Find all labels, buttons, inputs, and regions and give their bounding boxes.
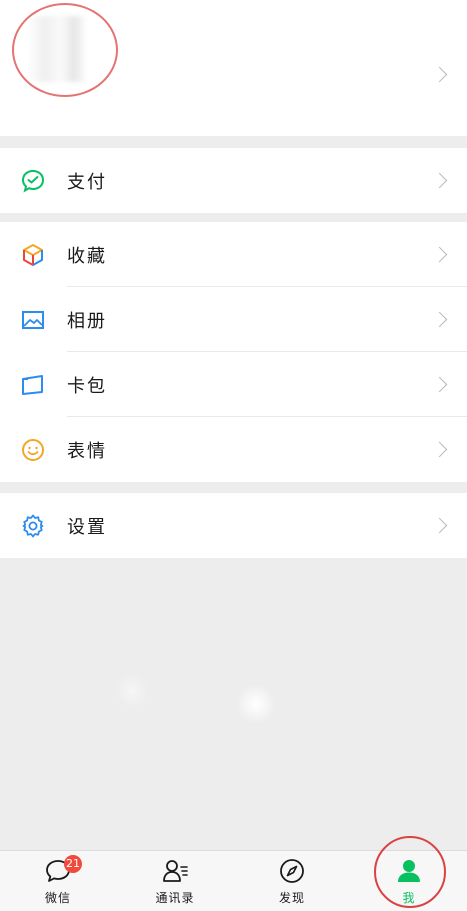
gear-icon [22, 514, 44, 538]
section-settings: 设置 [0, 493, 467, 558]
menu-item-favorites[interactable]: 收藏 [0, 222, 467, 287]
menu-item-stickers[interactable]: 表情 [0, 417, 467, 482]
annotation-circle-avatar [12, 3, 118, 97]
pay-icon [21, 169, 45, 193]
chevron-right-icon [431, 172, 448, 188]
menu-item-album[interactable]: 相册 [0, 287, 467, 352]
tab-discover[interactable]: 发现 [252, 851, 332, 911]
wallet-icon [22, 375, 43, 395]
menu-label-settings: 设置 [67, 516, 107, 538]
unread-badge: 21 [64, 855, 82, 873]
menu-item-settings[interactable]: 设置 [0, 493, 467, 558]
chevron-right-icon [431, 441, 448, 457]
section-pay: 支付 [0, 148, 467, 213]
menu-item-cards[interactable]: 卡包 [0, 352, 467, 417]
chevron-right-icon [431, 517, 448, 533]
chevron-right-icon [431, 376, 448, 392]
chevron-right-icon [431, 66, 448, 83]
menu-label-favorites: 收藏 [67, 245, 107, 267]
tab-label-discover: 发现 [278, 891, 305, 905]
tab-contacts[interactable]: 通讯录 [135, 851, 215, 911]
profile-header[interactable] [0, 0, 467, 136]
compass-icon [280, 859, 304, 883]
tab-label-contacts: 通讯录 [155, 891, 195, 905]
smiley-icon [22, 439, 44, 461]
menu-item-pay[interactable]: 支付 [0, 148, 467, 213]
section-collections: 收藏 相册 卡包 表情 [0, 222, 467, 482]
chevron-right-icon [431, 311, 448, 327]
annotation-circle-me-tab [374, 836, 446, 908]
menu-label-album: 相册 [67, 310, 107, 332]
chevron-right-icon [431, 246, 448, 262]
menu-label-stickers: 表情 [67, 440, 107, 462]
contacts-icon [163, 860, 188, 882]
image-icon [22, 311, 44, 329]
tab-chats[interactable]: 21 微信 [18, 851, 98, 911]
tab-label-chats: 微信 [44, 891, 71, 905]
cube-icon [23, 244, 43, 266]
blur-artifact [236, 684, 276, 724]
menu-label-cards: 卡包 [67, 375, 107, 397]
menu-label-pay: 支付 [67, 171, 107, 193]
blur-artifact [115, 674, 149, 708]
